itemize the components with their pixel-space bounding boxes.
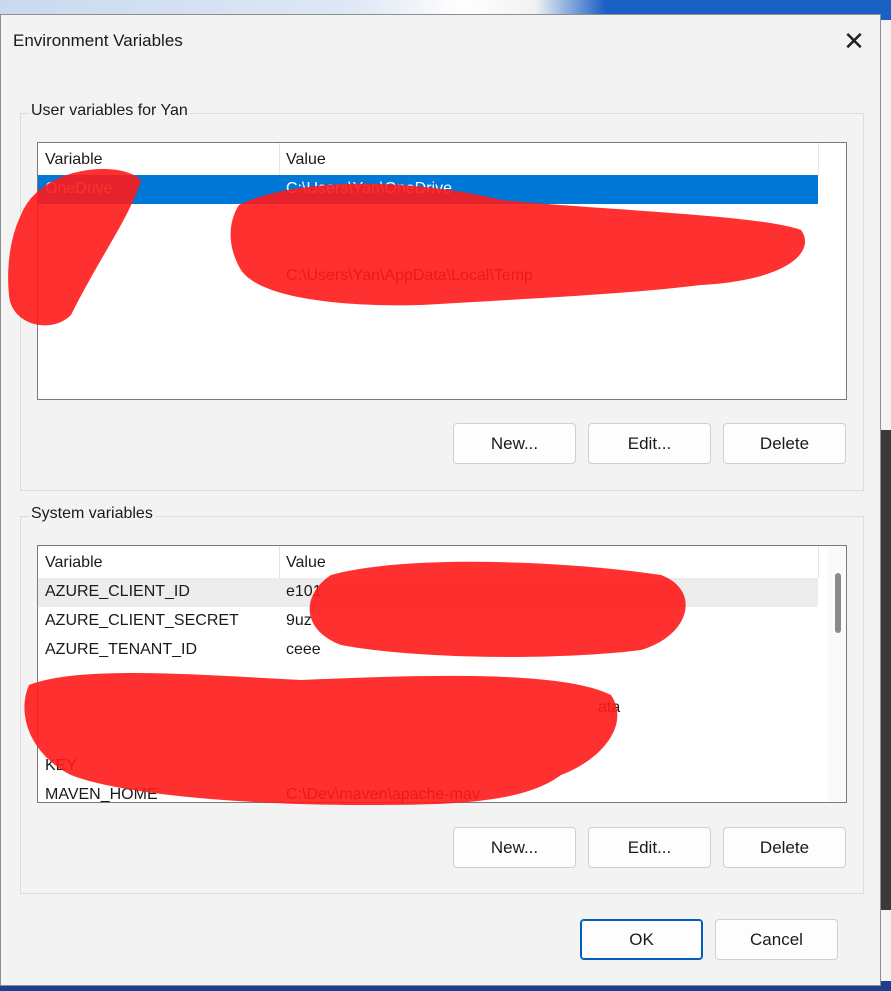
- column-header-value[interactable]: Value: [286, 151, 326, 169]
- variable-value: C:\Dev\maven\apache-mav: [286, 786, 480, 803]
- cancel-button[interactable]: Cancel: [715, 919, 838, 960]
- system-edit-button[interactable]: Edit...: [588, 827, 711, 868]
- list-header: Variable Value: [38, 143, 846, 175]
- table-row[interactable]: [38, 665, 846, 694]
- user-variables-group: User variables for Yan Variable Value On…: [20, 102, 864, 491]
- table-row[interactable]: [38, 233, 846, 262]
- dialog-title: Environment Variables: [13, 31, 183, 50]
- variable-value: 9uz: [286, 612, 312, 629]
- user-edit-button[interactable]: Edit...: [588, 423, 711, 464]
- system-delete-button[interactable]: Delete: [723, 827, 846, 868]
- title-bar[interactable]: Environment Variables ✕: [1, 15, 880, 65]
- system-variables-group: System variables Variable Value AZURE_CL…: [20, 505, 864, 894]
- close-icon: ✕: [843, 25, 865, 56]
- column-separator[interactable]: [818, 143, 819, 175]
- column-separator[interactable]: [818, 546, 819, 578]
- ok-button[interactable]: OK: [580, 919, 703, 960]
- table-row[interactable]: AZURE_CLIENT_SECRET 9uz: [38, 607, 846, 636]
- variable-name: OneDrive: [45, 180, 113, 197]
- variable-value: ata: [598, 699, 621, 716]
- user-new-button[interactable]: New...: [453, 423, 576, 464]
- system-variables-list[interactable]: Variable Value AZURE_CLIENT_ID e101 AZUR…: [37, 545, 847, 803]
- vertical-scrollbar[interactable]: [828, 546, 846, 802]
- table-row[interactable]: KEY: [38, 752, 846, 781]
- scrollbar-thumb[interactable]: [835, 573, 841, 633]
- table-row[interactable]: C:\Users\Yan\AppData\Local\Temp: [38, 262, 846, 291]
- table-row[interactable]: AZURE_TENANT_ID ceee: [38, 636, 846, 665]
- table-row[interactable]: MAVEN_HOME C:\Dev\maven\apache-mav: [38, 781, 846, 803]
- user-variables-list[interactable]: Variable Value OneDrive C:\Users\Yan\One…: [37, 142, 847, 400]
- column-header-variable[interactable]: Variable: [45, 554, 103, 572]
- variable-name: MAVEN_HOME: [45, 786, 158, 803]
- table-row[interactable]: [38, 204, 846, 233]
- variable-value: C:\Users\Yan\OneDrive: [286, 180, 452, 197]
- user-delete-button[interactable]: Delete: [723, 423, 846, 464]
- table-row[interactable]: OneDrive C:\Users\Yan\OneDrive: [38, 175, 818, 204]
- system-variables-label: System variables: [29, 505, 155, 523]
- list-header: Variable Value: [38, 546, 846, 578]
- variable-name: AZURE_CLIENT_SECRET: [45, 612, 239, 629]
- variable-name: KEY: [45, 757, 78, 774]
- variable-value: ceee: [286, 641, 321, 658]
- close-button[interactable]: ✕: [836, 23, 872, 59]
- system-new-button[interactable]: New...: [453, 827, 576, 868]
- column-header-variable[interactable]: Variable: [45, 151, 103, 169]
- column-header-value[interactable]: Value: [286, 554, 326, 572]
- variable-value: C:\Users\Yan\AppData\Local\Temp: [286, 267, 533, 284]
- environment-variables-dialog: Environment Variables ✕ User variables f…: [0, 14, 881, 986]
- table-row[interactable]: [38, 723, 846, 752]
- user-variables-label: User variables for Yan: [29, 102, 190, 120]
- column-separator[interactable]: [279, 143, 280, 175]
- variable-value: e101: [286, 583, 322, 600]
- table-row[interactable]: AZURE_CLIENT_ID e101: [38, 578, 818, 607]
- table-row[interactable]: ata: [38, 694, 846, 723]
- variable-name: AZURE_TENANT_ID: [45, 641, 198, 658]
- column-separator[interactable]: [279, 546, 280, 578]
- variable-name: AZURE_CLIENT_ID: [45, 583, 190, 600]
